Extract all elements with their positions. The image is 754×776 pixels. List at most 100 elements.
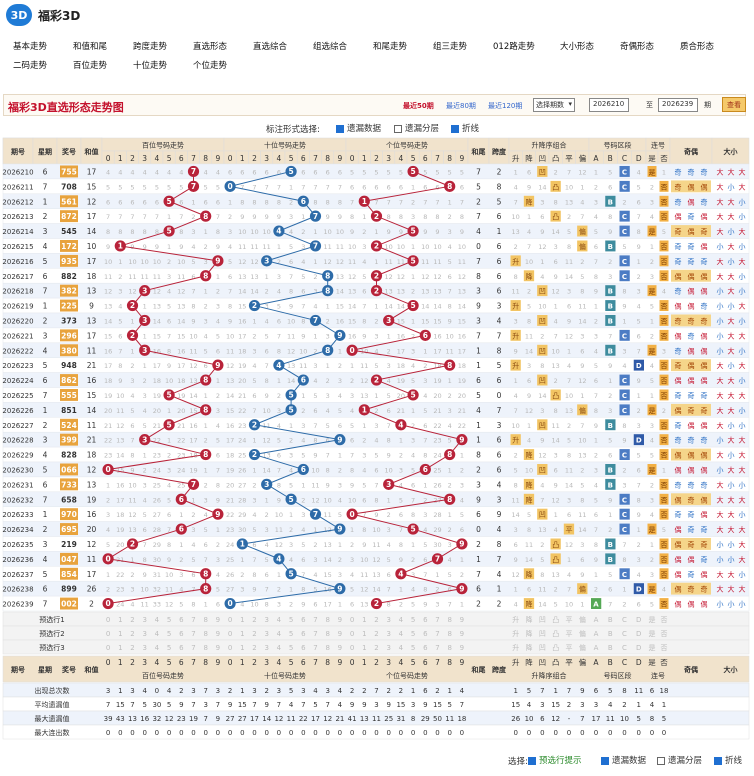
from-input[interactable]: 2026210 (589, 98, 629, 112)
missing-value: 14 (512, 511, 520, 519)
predict-digit: 凸 (552, 616, 559, 624)
missing-value: 1 (204, 392, 208, 400)
nav-link[interactable]: 百位走势 (73, 59, 107, 71)
option-polyline[interactable]: 折线 (451, 122, 479, 134)
missing-value: 5 (301, 452, 305, 460)
cell-xingqi: 4 (43, 451, 48, 460)
nav-link[interactable]: 十位走势 (133, 59, 167, 71)
missing-value: 9 (216, 496, 220, 504)
lianhao-mark-text: 否 (661, 481, 668, 489)
nav-link[interactable]: 和值和尾 (73, 40, 107, 52)
bottom-option-predict[interactable]: 预选行提示 (528, 754, 582, 766)
missing-value: 3 (252, 347, 256, 355)
link-recent-50[interactable]: 最近50期 (403, 101, 434, 111)
missing-value: 6 (362, 496, 366, 504)
missing-value: 5 (460, 169, 464, 177)
missing-value: 6 (179, 198, 183, 206)
number-ball-text: 2 (130, 301, 135, 310)
jiou-highlight (671, 582, 711, 595)
jiou-text: 偶 (688, 451, 695, 460)
missing-value: 2 (265, 511, 269, 519)
missing-value: 14 (104, 318, 112, 326)
daxiao-text: 小 (739, 317, 746, 326)
missing-value: 9 (580, 571, 584, 579)
nav-link[interactable]: 直选形态 (193, 40, 227, 52)
missing-value: 3 (650, 571, 654, 579)
sub-header: 凸 (552, 658, 560, 667)
missing-value: 11 (275, 526, 283, 534)
lianhao-mark-text: 否 (661, 496, 668, 504)
missing-value: 11 (578, 511, 586, 519)
missing-value: 10 (565, 392, 573, 400)
number-ball-text: 3 (386, 316, 391, 325)
daxiao-text: 大 (739, 436, 746, 445)
query-button[interactable]: 查看 (722, 97, 746, 112)
bottom-option-missing-layer[interactable]: 遗漏分层 (657, 754, 702, 766)
nav-link[interactable]: 012路走势 (493, 40, 535, 52)
jiou-text: 奇 (701, 555, 708, 564)
nav-link[interactable]: 直选综合 (253, 40, 287, 52)
missing-value: 2 (399, 452, 403, 460)
missing-value: 1 (204, 288, 208, 296)
missing-value: 6 (540, 213, 544, 221)
link-recent-120[interactable]: 最近120期 (488, 101, 522, 111)
stats-value: 7 (374, 687, 378, 695)
nav-link[interactable]: 二码走势 (13, 59, 47, 71)
nav-link[interactable]: 组三走势 (433, 40, 467, 52)
nav-link[interactable]: 组选综合 (313, 40, 347, 52)
number-ball (200, 583, 212, 595)
missing-value: 6 (567, 511, 571, 519)
missing-value: 26 (153, 496, 161, 504)
period-select[interactable]: 选择期数 ▾ (533, 98, 575, 112)
nav-link[interactable]: 大小形态 (560, 40, 594, 52)
missing-value: 6 (448, 586, 452, 594)
missing-value: 1 (580, 601, 584, 609)
missing-value: 6 (167, 318, 171, 326)
missing-value: 6 (637, 467, 641, 475)
stats-value: 7 (580, 715, 584, 723)
jiou-text: 奇 (701, 406, 708, 415)
bottom-option-polyline[interactable]: 折线 (714, 754, 742, 766)
cell-hewei: 7 (476, 257, 481, 266)
stats-value: 3 (411, 701, 415, 709)
nav-link[interactable]: 基本走势 (13, 40, 47, 52)
nav-link[interactable]: 个位走势 (193, 59, 227, 71)
option-missing-data[interactable]: 遗漏数据 (336, 122, 381, 134)
missing-value: 7 (277, 183, 281, 191)
missing-value: 10 (385, 467, 393, 475)
predict-digit: 5 (167, 644, 171, 652)
nav-link[interactable]: 和尾走势 (373, 40, 407, 52)
column-header: 大小 (724, 665, 738, 674)
link-recent-80[interactable]: 最近80期 (446, 101, 476, 111)
stats-value: 9 (423, 701, 427, 709)
cell-hezhi: 17 (87, 212, 97, 221)
missing-value: 5 (106, 541, 110, 549)
missing-value: 10 (287, 318, 295, 326)
missing-value: 3 (460, 481, 464, 489)
jiou-text: 偶 (675, 495, 682, 504)
missing-value: 1 (216, 526, 220, 534)
missing-value: 3 (118, 288, 122, 296)
missing-value: 9 (608, 228, 612, 236)
nav-link[interactable]: 奇偶形态 (620, 40, 654, 52)
missing-value: 1 (326, 362, 330, 370)
sub-header-cell (657, 150, 671, 165)
number-ball (285, 568, 297, 580)
nav-link[interactable]: 跨度走势 (133, 40, 167, 52)
missing-value: 23 (104, 452, 112, 460)
stats-value: 0 (650, 729, 654, 737)
sj-mark (577, 225, 588, 237)
cell-hewei: 7 (476, 331, 481, 340)
missing-value: 11 (433, 258, 441, 266)
lianhao-mark (659, 553, 669, 565)
jiou-text: 奇 (701, 302, 708, 311)
stats-value: 2 (264, 687, 268, 695)
bottom-option-missing-data[interactable]: 遗漏数据 (601, 754, 646, 766)
missing-value: 5 (289, 481, 293, 489)
nav-menu: 基本走势 和值和尾 跨度走势 直选形态 直选综合 组选综合 和尾走势 组三走势 012路走势 大小… (0, 30, 754, 88)
stats-value: 3 (191, 687, 195, 695)
nav-link[interactable]: 质合形态 (680, 40, 714, 52)
to-input[interactable]: 2026239 (658, 98, 698, 112)
jiou-text: 奇 (688, 168, 695, 177)
option-missing-layer[interactable]: 遗漏分层 (394, 122, 439, 134)
